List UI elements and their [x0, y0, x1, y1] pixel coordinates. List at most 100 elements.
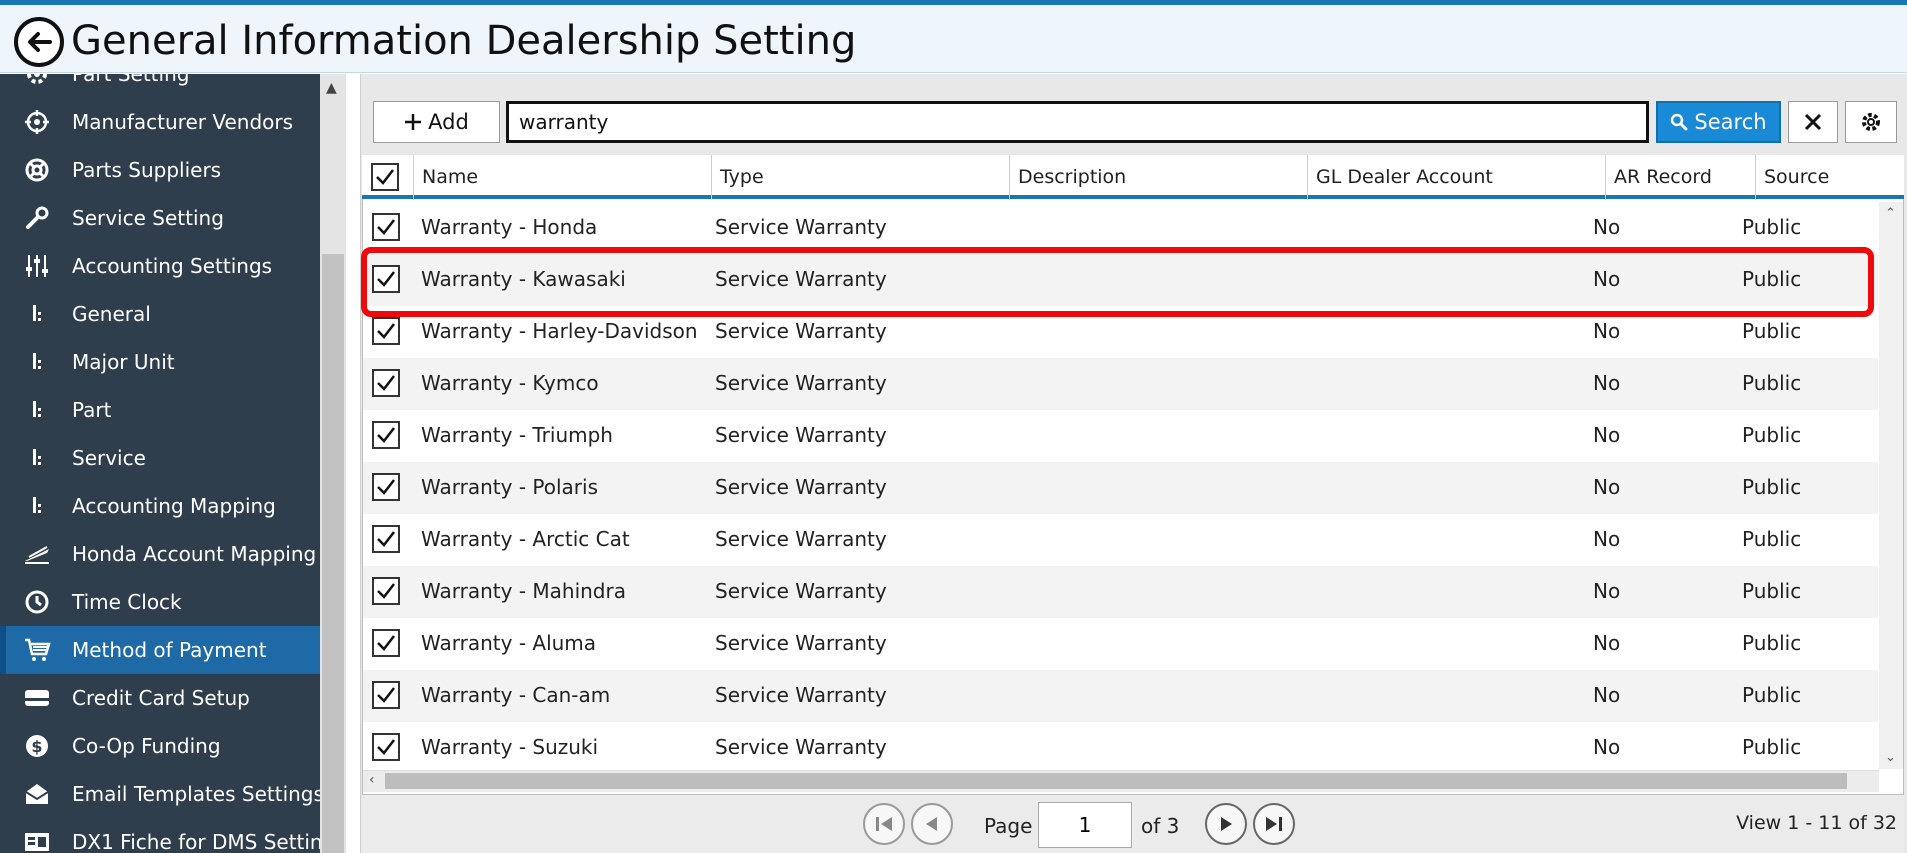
sidebar-scrollbar-thumb[interactable]: [322, 254, 344, 853]
checkmark-icon: [377, 739, 395, 755]
sidebar-item-manufacturer-vendors[interactable]: Manufacturer Vendors: [0, 98, 320, 146]
checkmark-icon: [377, 375, 395, 391]
sidebar-item-email-templates-settings[interactable]: Email Templates Settings: [0, 770, 320, 818]
list-icon: [22, 347, 52, 377]
table-row[interactable]: Warranty - Mahindra Service Warranty No Pub…: [363, 566, 1878, 618]
column-header-source[interactable]: Source: [1756, 155, 1904, 199]
cell-source: Public: [1742, 683, 1802, 707]
chevron-up-icon[interactable]: ▲: [326, 80, 337, 96]
sidebar-item-method-of-payment[interactable]: Method of Payment: [0, 626, 320, 674]
sidebar-item-credit-card-setup[interactable]: Credit Card Setup: [0, 674, 320, 722]
table-row[interactable]: Warranty - Triumph Service Warranty No Publ…: [363, 410, 1878, 462]
cell-name: Warranty - Suzuki: [421, 735, 599, 759]
clear-search-button[interactable]: [1788, 101, 1838, 143]
row-checkbox[interactable]: [372, 317, 400, 345]
table-row[interactable]: Warranty - Kymco Service Warranty No Public: [363, 358, 1878, 410]
sidebar-scrollbar[interactable]: ▲: [320, 74, 346, 853]
row-checkbox[interactable]: [372, 629, 400, 657]
selection-highlight: [361, 247, 1874, 317]
last-page-icon: [1266, 817, 1282, 831]
crosshair-icon: [22, 107, 52, 137]
checkmark-icon: [377, 323, 395, 339]
cell-type: Service Warranty: [715, 683, 887, 707]
page-title: General Information Dealership Setting: [71, 18, 857, 64]
dollar-icon: $: [22, 731, 52, 761]
sidebar-item-part[interactable]: Part: [0, 386, 320, 434]
previous-page-button[interactable]: [911, 803, 953, 845]
sidebar-item-general[interactable]: General: [0, 290, 320, 338]
sidebar-item-accounting-settings[interactable]: Accounting Settings: [0, 242, 320, 290]
search-button[interactable]: Search: [1656, 101, 1781, 143]
row-checkbox[interactable]: [372, 369, 400, 397]
table-row[interactable]: Warranty - Arctic Cat Service Warranty No P…: [363, 514, 1878, 566]
chevron-up-icon[interactable]: ⌃: [1885, 206, 1896, 221]
sidebar-item-accounting-mapping[interactable]: Accounting Mapping: [0, 482, 320, 530]
row-checkbox[interactable]: [372, 213, 400, 241]
sidebar-item-co-op-funding[interactable]: $ Co-Op Funding: [0, 722, 320, 770]
column-header-type[interactable]: Type: [712, 155, 1010, 199]
gear-icon: [1862, 113, 1880, 131]
row-checkbox[interactable]: [372, 525, 400, 553]
sidebar-item-honda-account-mapping[interactable]: Honda Account Mapping: [0, 530, 320, 578]
row-checkbox[interactable]: [372, 577, 400, 605]
chevron-left-icon[interactable]: ‹: [369, 772, 375, 788]
sidebar-item-service-setting[interactable]: Service Setting: [0, 194, 320, 242]
close-icon: [1804, 113, 1822, 131]
pager: [362, 795, 1904, 853]
grid-settings-button[interactable]: [1845, 101, 1897, 143]
page-number-input[interactable]: [1038, 802, 1132, 848]
select-all-checkbox[interactable]: [371, 163, 399, 191]
table-row[interactable]: Warranty - Suzuki Service Warranty No Publi…: [363, 722, 1878, 774]
first-page-icon: [876, 817, 892, 831]
sidebar-item-part-setting[interactable]: Part Setting: [0, 74, 320, 98]
column-header-description[interactable]: Description: [1010, 155, 1308, 199]
cell-type: Service Warranty: [715, 527, 887, 551]
checkmark-icon: [377, 687, 395, 703]
add-button[interactable]: Add: [373, 101, 500, 143]
sidebar: Part Setting Manufacturer Vendors Parts …: [0, 74, 320, 853]
table-row[interactable]: Warranty - Can-am Service Warranty No Publi…: [363, 670, 1878, 722]
table-row[interactable]: Warranty - Aluma Service Warranty No Public: [363, 618, 1878, 670]
plus-icon: [405, 114, 422, 130]
cell-name: Warranty - Polaris: [421, 475, 598, 499]
last-page-button[interactable]: [1253, 803, 1295, 845]
row-checkbox[interactable]: [372, 681, 400, 709]
list-icon: [22, 443, 52, 473]
cell-ar-record: No: [1593, 215, 1621, 239]
sidebar-item-service[interactable]: Service: [0, 434, 320, 482]
cell-name: Warranty - Arctic Cat: [421, 527, 630, 551]
cell-ar-record: No: [1593, 579, 1621, 603]
search-input[interactable]: [506, 101, 1649, 143]
cell-name: Warranty - Triumph: [421, 423, 613, 447]
sidebar-item-parts-suppliers[interactable]: Parts Suppliers: [0, 146, 320, 194]
envelope-icon: [22, 779, 52, 809]
grid-horizontal-scrollbar-thumb[interactable]: [385, 773, 1847, 789]
cell-type: Service Warranty: [715, 215, 887, 239]
select-all-header: [363, 155, 414, 199]
grid-vertical-scrollbar[interactable]: ⌃ ⌄: [1879, 202, 1903, 769]
checkmark-icon: [377, 219, 395, 235]
list-icon: [22, 491, 52, 521]
column-header-ar-record[interactable]: AR Record: [1606, 155, 1756, 199]
sidebar-item-major-unit[interactable]: Major Unit: [0, 338, 320, 386]
sidebar-item-label: Honda Account Mapping: [72, 542, 317, 566]
cell-type: Service Warranty: [715, 371, 887, 395]
sidebar-item-dx1-fiche[interactable]: DX1 Fiche for DMS Setting: [0, 818, 320, 853]
row-checkbox[interactable]: [372, 421, 400, 449]
row-checkbox[interactable]: [372, 733, 400, 761]
page-total-label: of 3: [1141, 814, 1180, 838]
cart-icon: [22, 635, 52, 665]
sidebar-item-time-clock[interactable]: Time Clock: [0, 578, 320, 626]
next-page-button[interactable]: [1205, 803, 1247, 845]
row-checkbox[interactable]: [372, 473, 400, 501]
column-header-name[interactable]: Name: [414, 155, 712, 199]
chevron-down-icon[interactable]: ⌄: [1885, 750, 1896, 765]
first-page-button[interactable]: [863, 803, 905, 845]
cell-ar-record: No: [1593, 735, 1621, 759]
honda-wing-icon: [22, 539, 52, 569]
cell-type: Service Warranty: [715, 475, 887, 499]
back-button[interactable]: [14, 17, 64, 67]
column-header-gl-dealer-account[interactable]: GL Dealer Account: [1308, 155, 1606, 199]
cell-source: Public: [1742, 527, 1802, 551]
table-row[interactable]: Warranty - Polaris Service Warranty No Publ…: [363, 462, 1878, 514]
